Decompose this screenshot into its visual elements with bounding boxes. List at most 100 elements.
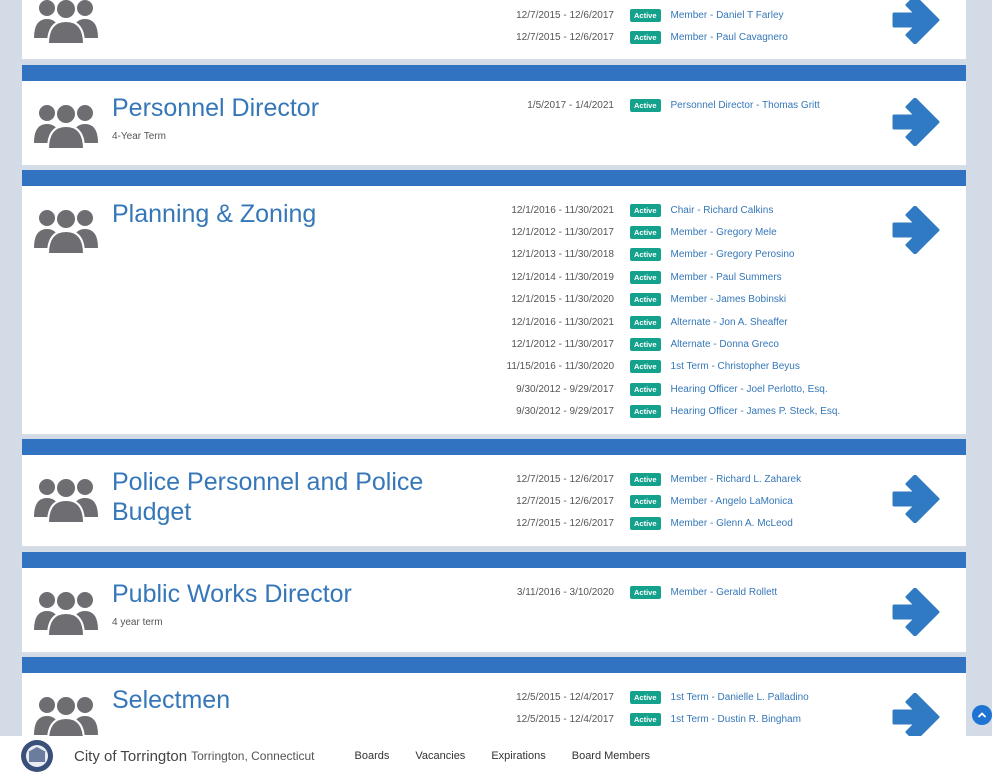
member-name[interactable]: Member - Gregory Perosino bbox=[671, 249, 795, 260]
member-row: 12/1/2012 - 11/30/2017 Active Alternate - … bbox=[492, 333, 872, 355]
member-name[interactable]: Member - Glenn A. McLeod bbox=[671, 518, 793, 529]
footer-nav-bar: City of Torrington Torrington, Connectic… bbox=[0, 736, 992, 776]
people-group-icon bbox=[34, 695, 98, 741]
board-card-body: Planning & Zoning 12/1/2016 - 11/30/2021… bbox=[22, 186, 966, 435]
member-name[interactable]: Member - Daniel T Farley bbox=[671, 10, 784, 21]
nav-link-vacancies[interactable]: Vacancies bbox=[415, 750, 465, 762]
board-title[interactable]: Public Works Director bbox=[112, 579, 472, 609]
arrow-right-icon[interactable] bbox=[890, 588, 942, 636]
term-dates: 12/7/2015 - 12/6/2017 bbox=[516, 496, 614, 508]
term-dates: 9/30/2012 - 9/29/2017 bbox=[516, 406, 614, 418]
board-card: Selectmen 12/5/2015 - 12/4/2017 Active 1st… bbox=[22, 657, 966, 743]
term-dates: 12/7/2015 - 12/6/2017 bbox=[516, 473, 614, 485]
nav-link-boards[interactable]: Boards bbox=[355, 750, 390, 762]
member-name[interactable]: Member - Paul Cavagnero bbox=[671, 32, 788, 43]
member-name[interactable]: 1st Term - Dustin R. Bingham bbox=[671, 714, 801, 725]
member-list: 12/1/2016 - 11/30/2021 Active Chair - Rich… bbox=[492, 199, 872, 423]
term-dates: 12/5/2015 - 12/4/2017 bbox=[516, 691, 614, 703]
member-name[interactable]: Member - Angelo LaMonica bbox=[671, 496, 793, 507]
member-row: 12/1/2016 - 11/30/2021 Active Chair - Rich… bbox=[492, 199, 872, 221]
term-dates: 1/5/2017 - 1/4/2021 bbox=[527, 99, 614, 111]
status-badge: Active bbox=[630, 248, 661, 262]
arrow-right-icon[interactable] bbox=[890, 98, 942, 146]
member-name[interactable]: Hearing Officer - Joel Perlotto, Esq. bbox=[671, 384, 828, 395]
member-name[interactable]: Member - Gregory Mele bbox=[671, 227, 777, 238]
status-badge: Active bbox=[630, 713, 661, 727]
people-group-icon bbox=[34, 208, 98, 254]
status-badge: Active bbox=[630, 690, 661, 704]
people-group-icon bbox=[34, 590, 98, 636]
term-dates: 9/30/2012 - 9/29/2017 bbox=[516, 383, 614, 395]
term-dates: 12/7/2015 - 12/6/2017 bbox=[516, 9, 614, 21]
nav-link-board-members[interactable]: Board Members bbox=[572, 750, 650, 762]
member-row: 12/7/2015 - 12/6/2017 Active Member - Glen… bbox=[492, 513, 872, 535]
main-nav: Boards Vacancies Expirations Board Membe… bbox=[355, 750, 676, 762]
site-title[interactable]: City of Torrington bbox=[74, 748, 187, 765]
board-term-note: 4 year term bbox=[112, 617, 163, 628]
status-badge: Active bbox=[630, 293, 661, 307]
member-list: 12/5/2015 - 12/4/2017 Active 1st Term - Da… bbox=[492, 686, 872, 731]
board-card: 12/7/2015 - 12/6/2017 Active Member - Da… bbox=[22, 0, 966, 60]
city-seal-logo[interactable] bbox=[20, 739, 54, 773]
member-name[interactable]: Chair - Richard Calkins bbox=[671, 205, 774, 216]
board-title[interactable]: Personnel Director bbox=[112, 93, 472, 123]
people-group-icon bbox=[34, 0, 98, 44]
status-badge: Active bbox=[630, 585, 661, 599]
member-row: 12/1/2012 - 11/30/2017 Active Member - Gre… bbox=[492, 221, 872, 243]
arrow-right-icon[interactable] bbox=[890, 693, 942, 741]
member-name[interactable]: Member - Paul Summers bbox=[671, 272, 782, 283]
member-name[interactable]: Member - Gerald Rollett bbox=[671, 587, 778, 598]
term-dates: 12/5/2015 - 12/4/2017 bbox=[516, 714, 614, 726]
arrow-right-icon[interactable] bbox=[890, 206, 942, 254]
site-location: Torrington, Connecticut bbox=[191, 749, 315, 763]
board-title[interactable]: Police Personnel and Police Budget bbox=[112, 467, 472, 527]
member-row: 12/1/2016 - 11/30/2021 Active Alternate - … bbox=[492, 311, 872, 333]
member-name[interactable]: Personnel Director - Thomas Gritt bbox=[671, 100, 820, 111]
member-name[interactable]: Member - Richard L. Zaharek bbox=[671, 474, 802, 485]
board-card: Planning & Zoning 12/1/2016 - 11/30/2021… bbox=[22, 170, 966, 435]
term-dates: 12/7/2015 - 12/6/2017 bbox=[516, 32, 614, 44]
board-card: Police Personnel and Police Budget 12/7/… bbox=[22, 439, 966, 547]
term-dates: 12/1/2013 - 11/30/2018 bbox=[511, 249, 614, 261]
member-list: 1/5/2017 - 1/4/2021 Active Personnel Dir… bbox=[492, 94, 872, 116]
term-dates: 12/1/2016 - 11/30/2021 bbox=[511, 204, 614, 216]
term-dates: 12/1/2012 - 11/30/2017 bbox=[511, 227, 614, 239]
board-card-body: Public Works Director 4 year term 3/11/2… bbox=[22, 568, 966, 653]
status-badge: Active bbox=[630, 8, 661, 22]
member-list: 12/7/2015 - 12/6/2017 Active Member - Da… bbox=[492, 4, 872, 49]
nav-link-expirations[interactable]: Expirations bbox=[491, 750, 545, 762]
member-row: 12/7/2015 - 12/6/2017 Active Member - Pa… bbox=[492, 26, 872, 48]
member-name[interactable]: Member - James Bobinski bbox=[671, 294, 787, 305]
status-badge: Active bbox=[630, 315, 661, 329]
member-row: 12/5/2015 - 12/4/2017 Active 1st Term - Da… bbox=[492, 686, 872, 708]
board-card-body: Selectmen 12/5/2015 - 12/4/2017 Active 1st… bbox=[22, 673, 966, 743]
term-dates: 12/7/2015 - 12/6/2017 bbox=[516, 518, 614, 530]
status-badge: Active bbox=[630, 472, 661, 486]
board-title[interactable]: Selectmen bbox=[112, 685, 472, 715]
board-card-body: 12/7/2015 - 12/6/2017 Active Member - Da… bbox=[22, 0, 966, 60]
status-badge: Active bbox=[630, 31, 661, 45]
member-row: 1/5/2017 - 1/4/2021 Active Personnel Dir… bbox=[492, 94, 872, 116]
member-row: 12/5/2015 - 12/4/2017 Active 1st Term - Du… bbox=[492, 708, 872, 730]
member-name[interactable]: Alternate - Jon A. Sheaffer bbox=[671, 317, 788, 328]
term-dates: 3/11/2016 - 3/10/2020 bbox=[516, 586, 614, 598]
member-row: 3/11/2016 - 3/10/2020 Active Member - Gera… bbox=[492, 581, 872, 603]
status-badge: Active bbox=[630, 495, 661, 509]
member-name[interactable]: 1st Term - Christopher Beyus bbox=[671, 361, 800, 372]
status-badge: Active bbox=[630, 405, 661, 419]
status-badge: Active bbox=[630, 226, 661, 240]
member-row: 12/1/2015 - 11/30/2020 Active Member - Jam… bbox=[492, 289, 872, 311]
board-card: Public Works Director 4 year term 3/11/2… bbox=[22, 552, 966, 653]
board-card-body: Personnel Director 4-Year Term 1/5/2017 … bbox=[22, 81, 966, 166]
term-dates: 11/15/2016 - 11/30/2020 bbox=[506, 361, 615, 373]
member-row: 9/30/2012 - 9/29/2017 Active Hearing Offic… bbox=[492, 401, 872, 423]
member-name[interactable]: 1st Term - Danielle L. Palladino bbox=[671, 692, 809, 703]
arrow-right-icon[interactable] bbox=[890, 0, 942, 44]
board-title[interactable]: Planning & Zoning bbox=[112, 199, 472, 229]
board-header-bar bbox=[22, 657, 966, 673]
scroll-to-top-button[interactable] bbox=[972, 705, 992, 725]
member-name[interactable]: Hearing Officer - James P. Steck, Esq. bbox=[671, 406, 841, 417]
arrow-right-icon[interactable] bbox=[890, 475, 942, 523]
board-header-bar bbox=[22, 170, 966, 186]
member-name[interactable]: Alternate - Donna Greco bbox=[671, 339, 779, 350]
